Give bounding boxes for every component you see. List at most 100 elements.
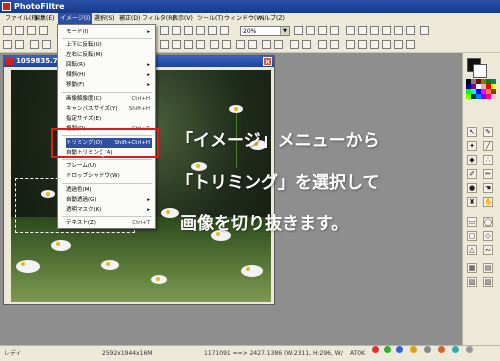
flip-horizontal-icon[interactable] xyxy=(236,40,245,49)
lasso-select-icon[interactable]: ∾ xyxy=(483,245,493,255)
menu-item-canvas-size[interactable]: キャンバスサイズ(Y) Shift+H xyxy=(66,104,152,114)
palette-color-swatch[interactable] xyxy=(491,94,496,99)
menu-item-text[interactable]: テキスト(Z) Ctrl+T xyxy=(66,218,152,228)
open-file-icon[interactable] xyxy=(15,26,24,35)
menu-item-flip-horizontal[interactable]: 左右に反転(M) xyxy=(66,50,152,60)
levels-icon[interactable] xyxy=(358,40,367,49)
menu-item-flip-vertical[interactable]: 上下に反転(U) xyxy=(66,40,152,50)
color-adjust-icon[interactable] xyxy=(346,40,355,49)
ellipse-select-icon[interactable]: ◯ xyxy=(483,217,493,227)
actual-size-icon[interactable] xyxy=(330,26,339,35)
option-c-icon[interactable]: ▧ xyxy=(467,277,477,287)
zoom-in-icon[interactable] xyxy=(294,26,303,35)
menu-adjust[interactable]: 補正(D) xyxy=(117,13,142,24)
cut-icon[interactable] xyxy=(184,26,193,35)
zoom-out-icon[interactable] xyxy=(306,26,315,35)
triangle-select-icon[interactable]: △ xyxy=(467,245,477,255)
menu-item-rotate[interactable]: 回転(R) ▸ xyxy=(66,60,152,70)
menu-item-skew[interactable]: 傾斜(H) ▸ xyxy=(66,70,152,80)
brush-tool-icon[interactable]: ✐ xyxy=(467,169,477,179)
menu-separator xyxy=(62,216,152,217)
mask-icon[interactable] xyxy=(382,26,391,35)
canvas-size-icon[interactable] xyxy=(302,40,311,49)
spray-tool-icon[interactable]: ∴ xyxy=(483,155,493,165)
menu-item-auto-transparency[interactable]: 自動透過(G) ▸ xyxy=(66,195,152,205)
text-icon[interactable] xyxy=(358,26,367,35)
sharpen-icon[interactable] xyxy=(222,40,231,49)
rounded-rect-select-icon[interactable]: ▢ xyxy=(467,231,477,241)
image-size-icon[interactable] xyxy=(290,40,299,49)
fit-window-icon[interactable] xyxy=(318,26,327,35)
zoom-select[interactable]: 20% ▼ xyxy=(240,26,290,36)
menu-item-transparency-mask[interactable]: 透明マスク(K) ▸ xyxy=(66,205,152,215)
option-a-icon[interactable]: ▦ xyxy=(467,263,477,273)
hand-tool-icon[interactable]: ✋ xyxy=(483,197,493,207)
animation-icon[interactable] xyxy=(394,26,403,35)
background-color-swatch[interactable] xyxy=(473,64,487,78)
paste-icon[interactable] xyxy=(208,26,217,35)
plugin-icon[interactable] xyxy=(406,26,415,35)
contrast-icon[interactable] xyxy=(42,40,51,49)
dropper-tool-icon[interactable]: ✎ xyxy=(483,127,493,137)
undo-icon[interactable] xyxy=(160,26,169,35)
stylize-icon[interactable] xyxy=(406,40,415,49)
menu-separator xyxy=(62,38,152,39)
saturation-icon[interactable] xyxy=(160,40,169,49)
close-icon[interactable]: × xyxy=(263,57,272,66)
option-d-icon[interactable]: ▨ xyxy=(483,277,493,287)
menu-image[interactable]: イメージ(I) xyxy=(58,13,93,24)
help-icon[interactable] xyxy=(420,26,429,35)
auto-contrast-icon[interactable] xyxy=(15,40,24,49)
grayscale-icon[interactable] xyxy=(184,40,193,49)
menu-item-transparent-color[interactable]: 透過色(M) xyxy=(66,185,152,195)
daisy-flower xyxy=(229,105,243,113)
new-file-icon[interactable] xyxy=(3,26,12,35)
sepia-icon[interactable] xyxy=(196,40,205,49)
fill-tool-icon[interactable]: ◆ xyxy=(467,155,477,165)
flip-vertical-icon[interactable] xyxy=(248,40,257,49)
texture-icon[interactable] xyxy=(394,40,403,49)
menu-item-image-resolution[interactable]: 画像解像度(C) Ctrl+H xyxy=(66,94,152,104)
status-blue-icon xyxy=(396,346,403,353)
menu-edit[interactable]: 編集(E) xyxy=(32,13,56,24)
clone-tool-icon[interactable]: ♜ xyxy=(467,197,477,207)
auto-level-icon[interactable] xyxy=(3,40,12,49)
rotate-left-icon[interactable] xyxy=(262,40,271,49)
redo-icon[interactable] xyxy=(172,26,181,35)
menu-item-move[interactable]: 移動(F) ▸ xyxy=(66,80,152,90)
menu-item-mode[interactable]: モード(I) ▸ xyxy=(66,27,152,37)
menu-item-drop-shadow[interactable]: ドロップシャドウ(W) xyxy=(66,171,152,181)
shadow-icon[interactable] xyxy=(330,40,339,49)
blur-tool-icon[interactable]: ● xyxy=(467,183,477,193)
line-tool-icon[interactable]: ╱ xyxy=(483,141,493,151)
menu-select[interactable]: 選択(S) xyxy=(92,13,117,24)
rotate-right-icon[interactable] xyxy=(274,40,283,49)
histogram-icon[interactable] xyxy=(346,26,355,35)
brightness-icon[interactable] xyxy=(30,40,39,49)
arrow-tool-icon[interactable]: ↖ xyxy=(467,127,477,137)
copy-icon[interactable] xyxy=(196,26,205,35)
rectangle-select-icon[interactable]: ▭ xyxy=(467,217,477,227)
print-icon[interactable] xyxy=(39,26,48,35)
menu-help[interactable]: ヘルプ(Z) xyxy=(256,13,287,24)
daisy-flower xyxy=(161,208,179,218)
wand-tool-icon[interactable]: ✦ xyxy=(467,141,477,151)
gamma-icon[interactable] xyxy=(172,40,181,49)
option-b-icon[interactable]: ▤ xyxy=(483,263,493,273)
menu-separator xyxy=(62,92,152,93)
diamond-select-icon[interactable]: ◇ xyxy=(483,231,493,241)
frame-icon[interactable] xyxy=(318,40,327,49)
menu-item-specified-size[interactable]: 指定サイズ(E) xyxy=(66,114,152,124)
transform-icon[interactable] xyxy=(370,26,379,35)
noise-icon[interactable] xyxy=(382,40,391,49)
menu-tools[interactable]: ツール(T) xyxy=(195,13,225,24)
effects-icon[interactable] xyxy=(370,40,379,49)
pencil-tool-icon[interactable]: ✏ xyxy=(483,169,493,179)
blur-icon[interactable] xyxy=(210,40,219,49)
menu-view[interactable]: 表示(V) xyxy=(170,13,195,24)
status-layer-icon xyxy=(410,346,417,353)
menu-item-frame[interactable]: フレーム(U) xyxy=(66,161,152,171)
paste-new-icon[interactable] xyxy=(220,26,229,35)
save-icon[interactable] xyxy=(27,26,36,35)
smudge-tool-icon[interactable]: ☚ xyxy=(483,183,493,193)
